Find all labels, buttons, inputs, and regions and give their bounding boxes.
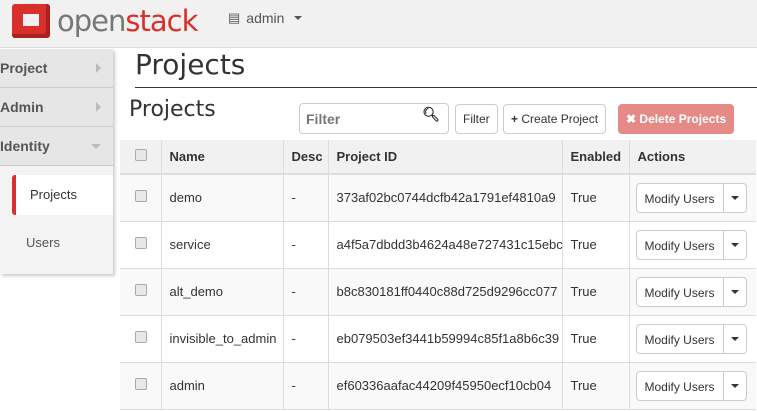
filter-button[interactable]: Filter	[455, 104, 498, 134]
sidebar-item-projects[interactable]: Projects	[12, 175, 113, 215]
modify-users-button-group: Modify Users	[635, 323, 747, 354]
caret-down-icon	[730, 195, 739, 200]
project-name: service	[160, 221, 283, 269]
caret-down-icon	[730, 289, 739, 294]
sidebar-dashboard-project[interactable]: Project	[0, 49, 113, 88]
project-name: alt_demo	[160, 268, 283, 316]
project-id: a4f5a7dbdd3b4624a48e727431c15ebc	[327, 221, 563, 269]
filter-input[interactable]: Filter 🔍︎	[299, 103, 449, 134]
project-enabled: True	[561, 174, 629, 222]
row-actions-dropdown[interactable]	[722, 324, 746, 353]
project-desc: -	[282, 362, 328, 410]
openstack-logo[interactable]: openstack	[12, 4, 198, 38]
project-desc: -	[282, 315, 328, 363]
modify-users-button-group: Modify Users	[635, 370, 747, 401]
column-header-project-id[interactable]: Project ID	[327, 140, 562, 175]
row-checkbox[interactable]	[135, 378, 147, 390]
project-id: ef60336aafac44209f45950ecf10cb04	[327, 362, 562, 410]
sidebar: Project Admin Identity Projects Users	[0, 49, 113, 274]
project-enabled: True	[561, 268, 629, 316]
project-name: invisible_to_admin	[160, 315, 283, 363]
caret-down-icon	[294, 16, 303, 20]
column-header-actions: Actions	[628, 140, 756, 175]
project-desc: -	[282, 268, 328, 316]
row-actions-dropdown[interactable]	[722, 277, 746, 306]
table-row: admin - ef60336aafac44209f45950ecf10cb04…	[120, 362, 756, 410]
row-checkbox[interactable]	[135, 331, 147, 343]
projects-table: Name Desc Project ID Enabled Actions dem…	[120, 140, 756, 410]
search-icon: 🔍︎	[422, 106, 440, 122]
modify-users-button-group: Modify Users	[635, 229, 747, 260]
column-header-desc[interactable]: Desc	[282, 140, 328, 175]
plus-icon: +	[511, 112, 519, 126]
project-desc: -	[282, 174, 328, 222]
chevron-down-icon	[91, 144, 101, 149]
logo-icon	[12, 4, 50, 38]
caret-down-icon	[730, 242, 739, 247]
project-desc: -	[282, 221, 328, 269]
modify-users-button[interactable]: Modify Users	[637, 278, 723, 306]
project-id: eb079503ef3441b59994c85f1a8b6c39	[327, 315, 562, 363]
chevron-right-icon	[96, 102, 101, 112]
project-list-icon: ▤	[228, 10, 241, 25]
modify-users-button[interactable]: Modify Users	[637, 184, 723, 212]
project-switcher[interactable]: ▤ admin	[228, 10, 303, 26]
row-checkbox[interactable]	[135, 190, 147, 203]
sidebar-dashboard-identity[interactable]: Identity	[0, 127, 113, 166]
create-project-button[interactable]: + Create Project	[503, 104, 607, 134]
project-enabled: True	[561, 315, 629, 363]
project-id: 373af02bc0744dcfb42a1791ef4810a9	[327, 174, 562, 222]
table-row: invisible_to_admin - eb079503ef3441b5999…	[120, 315, 756, 363]
modify-users-button[interactable]: Modify Users	[637, 372, 723, 400]
chevron-right-icon	[96, 63, 101, 73]
row-actions-dropdown[interactable]	[722, 183, 746, 212]
project-enabled: True	[561, 362, 629, 410]
modify-users-button-group: Modify Users	[635, 276, 747, 307]
modify-users-button-group: Modify Users	[635, 182, 747, 213]
column-header-enabled[interactable]: Enabled	[561, 140, 629, 175]
row-checkbox[interactable]	[135, 284, 147, 296]
table-row: demo - 373af02bc0744dcfb42a1791ef4810a9 …	[120, 174, 756, 222]
caret-down-icon	[730, 336, 739, 341]
table-header-row: Name Desc Project ID Enabled Actions	[120, 140, 756, 175]
page-title: Projects	[135, 48, 757, 88]
modify-users-button[interactable]: Modify Users	[637, 325, 723, 353]
table-title: Projects	[129, 97, 216, 122]
column-header-name[interactable]: Name	[160, 140, 283, 175]
delete-projects-button[interactable]: ✖ Delete Projects	[618, 104, 735, 134]
caret-down-icon	[730, 383, 739, 388]
row-checkbox[interactable]	[135, 237, 147, 249]
project-name: admin	[160, 362, 283, 410]
project-name: demo	[160, 174, 283, 222]
project-enabled: True	[561, 221, 629, 269]
table-row: service - a4f5a7dbdd3b4624a48e727431c15e…	[120, 221, 756, 269]
close-icon: ✖	[626, 112, 637, 126]
table-row: alt_demo - b8c830181ff0440c88d725d9296cc…	[120, 268, 756, 316]
row-actions-dropdown[interactable]	[722, 230, 746, 259]
sidebar-dashboard-admin[interactable]: Admin	[0, 88, 113, 127]
top-navbar: openstack ▤ admin	[0, 0, 757, 48]
modify-users-button[interactable]: Modify Users	[637, 231, 723, 259]
row-actions-dropdown[interactable]	[722, 371, 746, 400]
select-all-checkbox[interactable]	[135, 149, 147, 161]
sidebar-item-users[interactable]: Users	[12, 223, 113, 263]
project-id: b8c830181ff0440c88d725d9296cc077	[327, 268, 562, 316]
